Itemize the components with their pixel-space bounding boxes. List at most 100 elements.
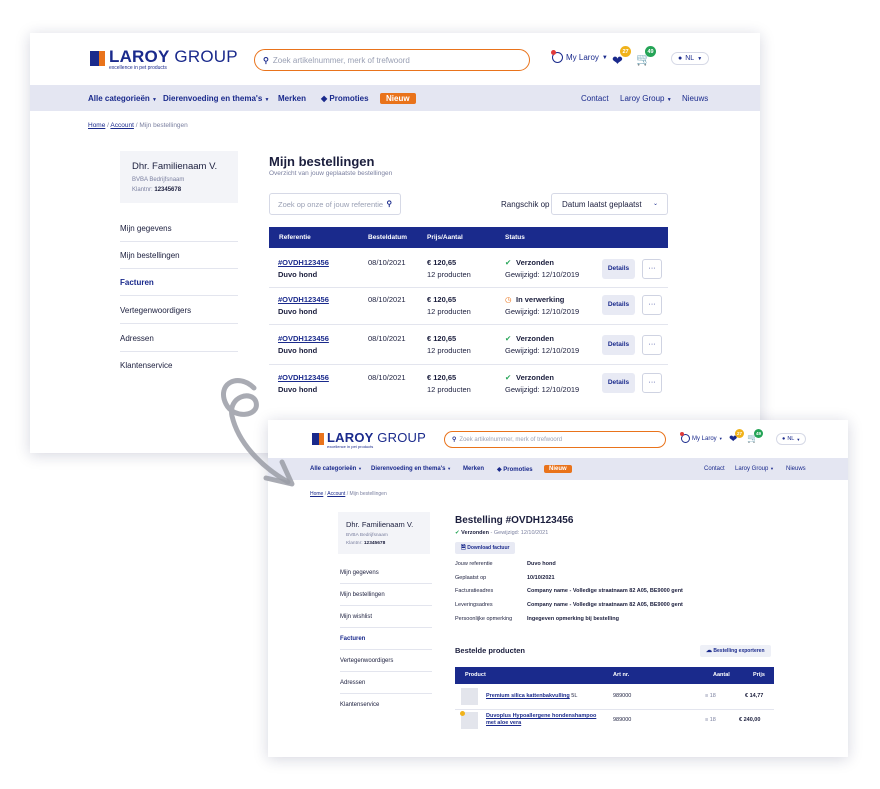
table-row: #OVDH123456 Duvo hond 08/10/2021 € 120,6… bbox=[269, 248, 668, 288]
chevron-down-icon: ▼ bbox=[152, 96, 157, 103]
nav-news[interactable]: Nieuws bbox=[786, 466, 806, 472]
nav-news[interactable]: Nieuws bbox=[682, 94, 708, 103]
sidebar-item-adressen[interactable]: Adressen bbox=[340, 680, 432, 694]
details-button[interactable]: Details bbox=[602, 295, 635, 315]
nav-contact[interactable]: Contact bbox=[581, 94, 609, 103]
order-reference-link[interactable]: #OVDH123456 bbox=[278, 258, 329, 267]
nav-themes[interactable]: Dierenvoeding en thema's ▼ bbox=[163, 94, 269, 103]
more-options-button[interactable]: ··· bbox=[642, 373, 662, 393]
cart-button[interactable]: 🛒 49 bbox=[636, 46, 656, 66]
main-nav: Alle categorieën ▼ Dierenvoeding en them… bbox=[268, 458, 848, 480]
cart-button[interactable]: 🛒 49 bbox=[747, 429, 763, 446]
sidebar-item-vertegenwoordigers[interactable]: Vertegenwoordigers bbox=[120, 306, 238, 324]
order-reference-link[interactable]: #OVDH123456 bbox=[278, 295, 329, 304]
download-invoice-button[interactable]: 🗎 Download factuur bbox=[455, 542, 516, 554]
table-row: Premium silica kattenbakvulling 5L 98900… bbox=[455, 684, 774, 710]
sidebar-item-facturen[interactable]: Facturen bbox=[340, 636, 432, 650]
order-status-line: ✔ Verzonden - Gewijzigd: 12/10/2021 bbox=[455, 530, 549, 536]
breadcrumb-account[interactable]: Account bbox=[327, 491, 345, 497]
breadcrumb-home[interactable]: Home bbox=[88, 122, 105, 129]
order-reference-link[interactable]: #OVDH123456 bbox=[278, 334, 329, 343]
more-options-button[interactable]: ··· bbox=[642, 335, 662, 355]
language-value: NL bbox=[685, 55, 695, 62]
search-icon: ⚲ bbox=[452, 437, 457, 443]
sidebar-item-adressen[interactable]: Adressen bbox=[120, 334, 238, 352]
account-menu[interactable]: My Laroy ▼ bbox=[551, 50, 608, 63]
search-input[interactable]: ⚲ Zoek artikelnummer, merk of trefwoord bbox=[254, 49, 530, 71]
product-quantity: ≡ 18 bbox=[705, 717, 716, 723]
sidebar-item-mijn-bestellingen[interactable]: Mijn bestellingen bbox=[120, 251, 238, 269]
order-date: 08/10/2021 bbox=[368, 295, 406, 304]
column-header: Status bbox=[505, 234, 525, 241]
logo-mark-icon bbox=[90, 51, 105, 66]
product-name-link[interactable]: Duvoplus Hypoallergene hondenshampoo met… bbox=[486, 713, 596, 726]
logo[interactable]: LAROY GROUP excellence in pet products bbox=[312, 431, 426, 449]
order-quantity: 12 producten bbox=[427, 346, 471, 355]
sidebar-item-klantenservice[interactable]: Klantenservice bbox=[340, 702, 432, 715]
account-menu[interactable]: My Laroy ▼ bbox=[680, 432, 723, 443]
breadcrumb-current: Mijn bestellingen bbox=[349, 491, 387, 497]
sidebar-item-mijn-wishlist[interactable]: Mijn wishlist bbox=[340, 614, 432, 628]
sidebar-item-mijn-bestellingen[interactable]: Mijn bestellingen bbox=[340, 592, 432, 606]
favorites-button[interactable]: ❤ 27 bbox=[612, 46, 631, 68]
more-options-button[interactable]: ··· bbox=[642, 259, 662, 279]
chevron-down-icon: ▼ bbox=[796, 436, 801, 442]
detail-label: Leveringsadres bbox=[455, 602, 493, 608]
search-placeholder: Zoek artikelnummer, merk of trefwoord bbox=[459, 436, 563, 443]
nav-new-badge[interactable]: Nieuw bbox=[380, 92, 416, 104]
favorites-button[interactable]: ❤ 27 bbox=[729, 429, 744, 446]
search-input[interactable]: ⚲ Zoek artikelnummer, merk of trefwoord bbox=[444, 431, 666, 448]
chevron-down-icon: ⌄ bbox=[652, 201, 658, 207]
nav-brands[interactable]: Merken bbox=[278, 94, 306, 103]
order-description: Duvo hond bbox=[278, 270, 318, 279]
nav-categories[interactable]: Alle categorieën ▼ bbox=[88, 94, 157, 103]
order-description: Duvo hond bbox=[278, 307, 318, 316]
language-select[interactable]: ● NL ▼ bbox=[776, 433, 807, 445]
details-button[interactable]: Details bbox=[602, 259, 635, 279]
sidebar-item-facturen[interactable]: Facturen bbox=[120, 278, 238, 296]
column-header: Aantal bbox=[713, 672, 730, 678]
nav-promotions[interactable]: ◆ Promoties bbox=[321, 94, 369, 103]
logo[interactable]: LAROY GROUP excellence in pet products bbox=[90, 48, 238, 71]
sort-select[interactable]: Datum laatst geplaatst ⌄ bbox=[551, 193, 668, 215]
product-size: 5L bbox=[569, 693, 578, 699]
orders-window: LAROY GROUP excellence in pet products ⚲… bbox=[30, 33, 760, 453]
sidebar-item-mijn-gegevens[interactable]: Mijn gegevens bbox=[120, 224, 238, 242]
products-table-header: Product Art nr. Aantal Prijs bbox=[455, 667, 774, 684]
nav-laroy-group[interactable]: Laroy Group ▼ bbox=[620, 94, 672, 103]
cart-count: 49 bbox=[645, 46, 656, 57]
details-button[interactable]: Details bbox=[602, 373, 635, 393]
nav-promotions[interactable]: ◆ Promoties bbox=[497, 466, 533, 473]
chevron-down-icon: ▼ bbox=[718, 436, 723, 441]
product-thumbnail[interactable] bbox=[460, 711, 478, 729]
check-circle-icon: ✔ bbox=[505, 258, 512, 267]
brand-name: LAROY bbox=[109, 47, 170, 66]
nav-brands[interactable]: Merken bbox=[463, 466, 484, 472]
details-button[interactable]: Details bbox=[602, 335, 635, 355]
sidebar-item-mijn-gegevens[interactable]: Mijn gegevens bbox=[340, 570, 432, 584]
page-subtitle: Overzicht van jouw geplaatste bestelling… bbox=[269, 170, 393, 177]
tag-icon: ◆ bbox=[497, 466, 502, 473]
customer-number: Klantnr: 12345678 bbox=[346, 541, 386, 546]
export-order-button[interactable]: ☁ Bestelling exporteren bbox=[700, 645, 771, 657]
product-thumbnail[interactable] bbox=[461, 688, 478, 705]
nav-themes[interactable]: Dierenvoeding en thema's ▼ bbox=[371, 466, 451, 472]
page-title: Mijn bestellingen bbox=[269, 154, 375, 169]
order-search-input[interactable]: Zoek op onze of jouw referentie ⚲ bbox=[269, 193, 401, 215]
product-name-link[interactable]: Premium silica kattenbakvulling bbox=[486, 693, 570, 699]
breadcrumb-account[interactable]: Account bbox=[110, 122, 134, 129]
sidebar-item-vertegenwoordigers[interactable]: Vertegenwoordigers bbox=[340, 658, 432, 672]
nav-contact[interactable]: Contact bbox=[704, 466, 725, 472]
language-select[interactable]: ● NL ▼ bbox=[671, 52, 710, 65]
table-row: #OVDH123456 Duvo hond 08/10/2021 € 120,6… bbox=[269, 364, 668, 402]
more-options-button[interactable]: ··· bbox=[642, 295, 662, 315]
status-badge: Verzonden bbox=[461, 530, 489, 536]
nav-laroy-group[interactable]: Laroy Group ▼ bbox=[735, 466, 774, 472]
customer-card: Dhr. Familienaam V. BVBA Bedrijfsnaam Kl… bbox=[338, 512, 430, 554]
breadcrumb: Home / Account / Mijn bestellingen bbox=[88, 122, 188, 129]
promo-dot-icon bbox=[460, 711, 465, 716]
sort-label: Rangschik op bbox=[501, 200, 550, 209]
tag-icon: ◆ bbox=[321, 93, 328, 103]
file-download-icon: 🗎 bbox=[461, 545, 466, 551]
nav-new-badge[interactable]: Nieuw bbox=[544, 465, 572, 473]
